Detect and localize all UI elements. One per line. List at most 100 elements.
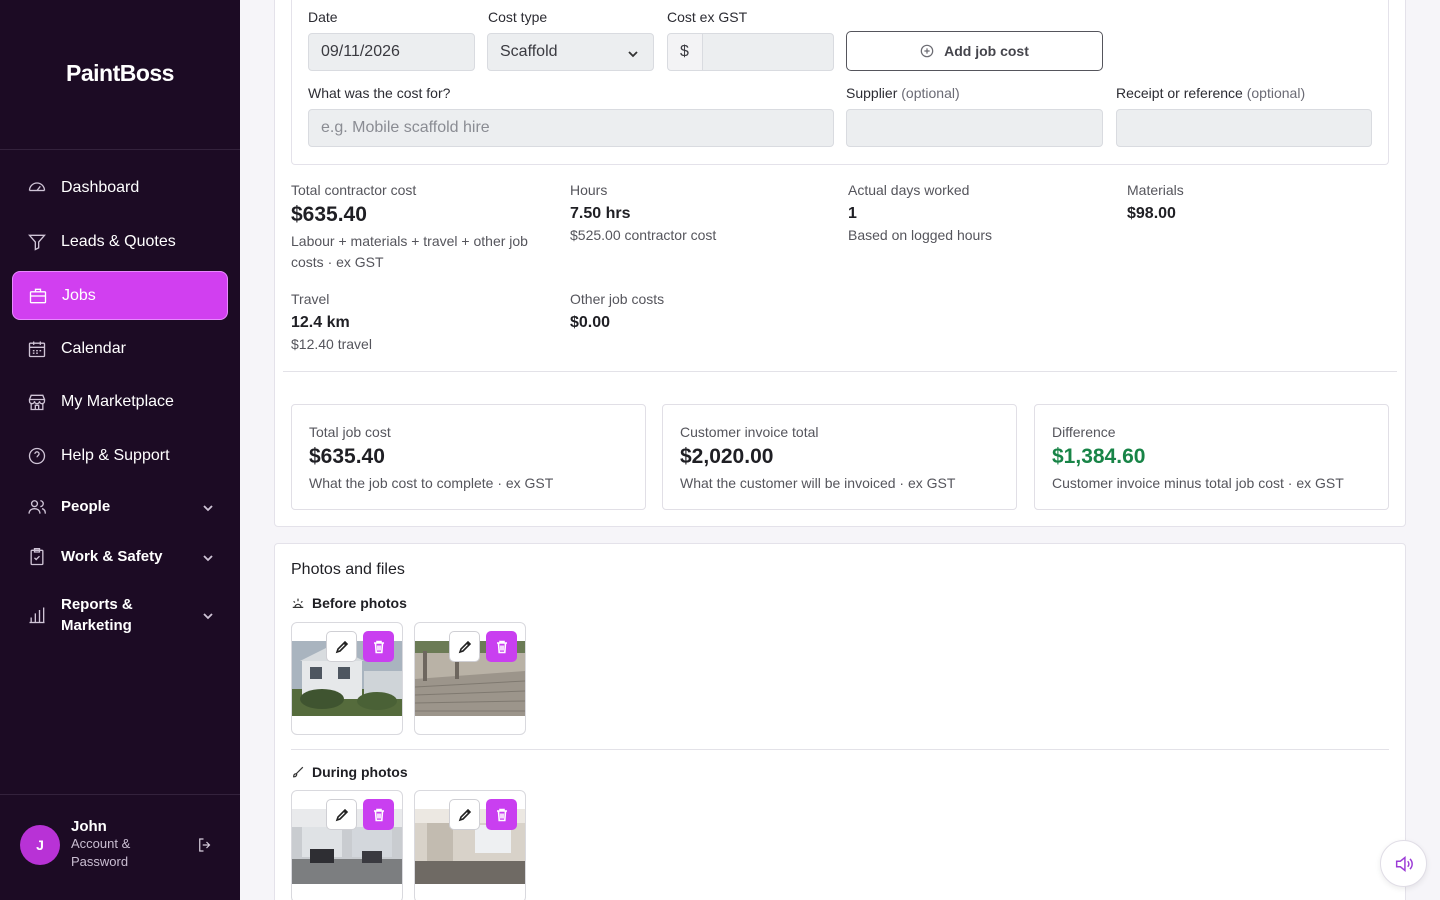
add-job-cost-label: Add job cost xyxy=(944,43,1029,59)
cost-type-value: Scaffold xyxy=(500,43,558,60)
optional-tag: (optional) xyxy=(901,85,960,101)
before-photos-label: Before photos xyxy=(312,595,407,611)
sidebar-item-help-support[interactable]: Help & Support xyxy=(12,431,228,480)
chevron-down-icon xyxy=(202,501,214,513)
sidebar-group-people[interactable]: People xyxy=(12,482,228,531)
cost-type-select[interactable]: Scaffold xyxy=(487,33,654,71)
audio-assistant-button[interactable] xyxy=(1380,840,1427,887)
customer-invoice-card: Customer invoice total $2,020.00 What th… xyxy=(662,404,1017,510)
calendar-icon xyxy=(26,338,48,360)
other-costs-label: Other job costs xyxy=(570,291,665,307)
days-worked-label: Actual days worked xyxy=(848,182,970,198)
sidebar-item-jobs[interactable]: Jobs xyxy=(12,271,228,320)
card-label: Customer invoice total xyxy=(680,424,819,440)
sidebar-group-reports-marketing[interactable]: Reports & Marketing xyxy=(12,590,228,639)
other-costs-value: $0.00 xyxy=(570,314,611,331)
user-name: John xyxy=(71,818,107,835)
during-photos-heading: During photos xyxy=(291,764,408,780)
sidebar-group-work-safety[interactable]: Work & Safety xyxy=(12,532,228,581)
photo-thumbnail[interactable] xyxy=(414,622,526,735)
edit-photo-button[interactable] xyxy=(449,631,480,662)
during-photos-label: During photos xyxy=(312,764,408,780)
sidebar-divider xyxy=(0,794,240,795)
delete-photo-button[interactable] xyxy=(363,631,394,662)
days-worked-note: Based on logged hours xyxy=(848,227,992,243)
edit-photo-button[interactable] xyxy=(326,631,357,662)
store-icon xyxy=(26,391,48,413)
card-label: Difference xyxy=(1052,424,1116,440)
cost-amount-input[interactable] xyxy=(702,33,834,71)
logout-icon[interactable] xyxy=(196,836,216,856)
app-logo[interactable]: PaintBoss xyxy=(0,60,240,87)
trash-icon xyxy=(496,808,507,821)
total-contractor-cost-value: $635.40 xyxy=(291,203,367,226)
sidebar-item-leads-quotes[interactable]: Leads & Quotes xyxy=(12,217,228,266)
sidebar-item-label: Help & Support xyxy=(61,446,170,464)
card-label: Total job cost xyxy=(309,424,391,440)
days-worked-value: 1 xyxy=(848,205,857,222)
cost-ex-gst-label: Cost ex GST xyxy=(667,9,748,25)
sidebar-item-label: Jobs xyxy=(62,286,96,304)
photo-thumbnail[interactable] xyxy=(414,790,526,900)
sidebar-item-dashboard[interactable]: Dashboard xyxy=(12,163,228,212)
supplier-label: Supplier (optional) xyxy=(846,85,960,101)
delete-photo-button[interactable] xyxy=(486,799,517,830)
clipboard-check-icon xyxy=(26,546,48,568)
travel-cost-note: $12.40 travel xyxy=(291,336,372,352)
date-input[interactable]: 09/11/2026 xyxy=(308,33,475,71)
hours-value: 7.50 hrs xyxy=(570,205,631,222)
avatar: J xyxy=(20,824,60,865)
user-account[interactable]: J John Account & Password xyxy=(20,818,151,871)
trash-icon xyxy=(373,808,384,821)
photo-thumbnail[interactable] xyxy=(291,622,403,735)
delete-photo-button[interactable] xyxy=(486,631,517,662)
travel-value: 12.4 km xyxy=(291,314,350,331)
trash-icon xyxy=(373,640,384,653)
sidebar-item-calendar[interactable]: Calendar xyxy=(12,324,228,373)
trash-icon xyxy=(496,640,507,653)
edit-photo-button[interactable] xyxy=(326,799,357,830)
materials-value: $98.00 xyxy=(1127,205,1176,222)
photo-thumbnail[interactable] xyxy=(291,790,403,900)
sidebar-divider xyxy=(0,149,240,150)
materials-label: Materials xyxy=(1127,182,1184,198)
chevron-down-icon xyxy=(202,609,214,621)
receipt-input[interactable] xyxy=(1116,109,1372,147)
pencil-icon xyxy=(458,640,471,653)
funnel-icon xyxy=(26,231,48,253)
travel-label: Travel xyxy=(291,291,330,307)
edit-photo-button[interactable] xyxy=(449,799,480,830)
card-value: $1,384.60 xyxy=(1052,445,1146,468)
section-divider xyxy=(283,371,1397,372)
total-contractor-cost-note: Labour + materials + travel + other job … xyxy=(291,233,528,270)
sidebar: PaintBoss Dashboard Leads & Quotes Jobs … xyxy=(0,0,240,900)
sidebar-group-label: People xyxy=(61,498,111,515)
account-password-link[interactable]: Account & Password xyxy=(71,835,151,871)
hours-cost-note: $525.00 contractor cost xyxy=(570,227,717,243)
sunrise-icon xyxy=(292,598,304,608)
receipt-label-text: Receipt or reference xyxy=(1116,85,1243,101)
dashboard-gauge-icon xyxy=(26,177,48,199)
paintbrush-icon xyxy=(293,766,304,778)
sidebar-item-label: Dashboard xyxy=(61,178,140,196)
photos-section-title: Photos and files xyxy=(291,561,405,578)
sidebar-item-my-marketplace[interactable]: My Marketplace xyxy=(12,377,228,426)
hours-label: Hours xyxy=(570,182,608,198)
card-value: $2,020.00 xyxy=(680,445,774,468)
supplier-label-text: Supplier xyxy=(846,85,898,101)
cost-type-label: Cost type xyxy=(488,9,548,25)
optional-tag: (optional) xyxy=(1246,85,1306,101)
cost-for-label: What was the cost for? xyxy=(308,85,451,101)
supplier-input[interactable] xyxy=(846,109,1103,147)
card-note: What the customer will be invoiced · ex … xyxy=(680,475,956,491)
pencil-icon xyxy=(458,808,471,821)
briefcase-icon xyxy=(27,285,49,307)
cost-description-input[interactable]: e.g. Mobile scaffold hire xyxy=(308,109,834,147)
speaker-icon xyxy=(1395,855,1413,872)
chevron-down-icon xyxy=(627,47,639,65)
card-note: What the job cost to complete · ex GST xyxy=(309,475,554,491)
delete-photo-button[interactable] xyxy=(363,799,394,830)
add-job-cost-button[interactable]: Add job cost xyxy=(846,31,1103,71)
pencil-icon xyxy=(335,808,348,821)
total-contractor-cost-label: Total contractor cost xyxy=(291,182,417,198)
